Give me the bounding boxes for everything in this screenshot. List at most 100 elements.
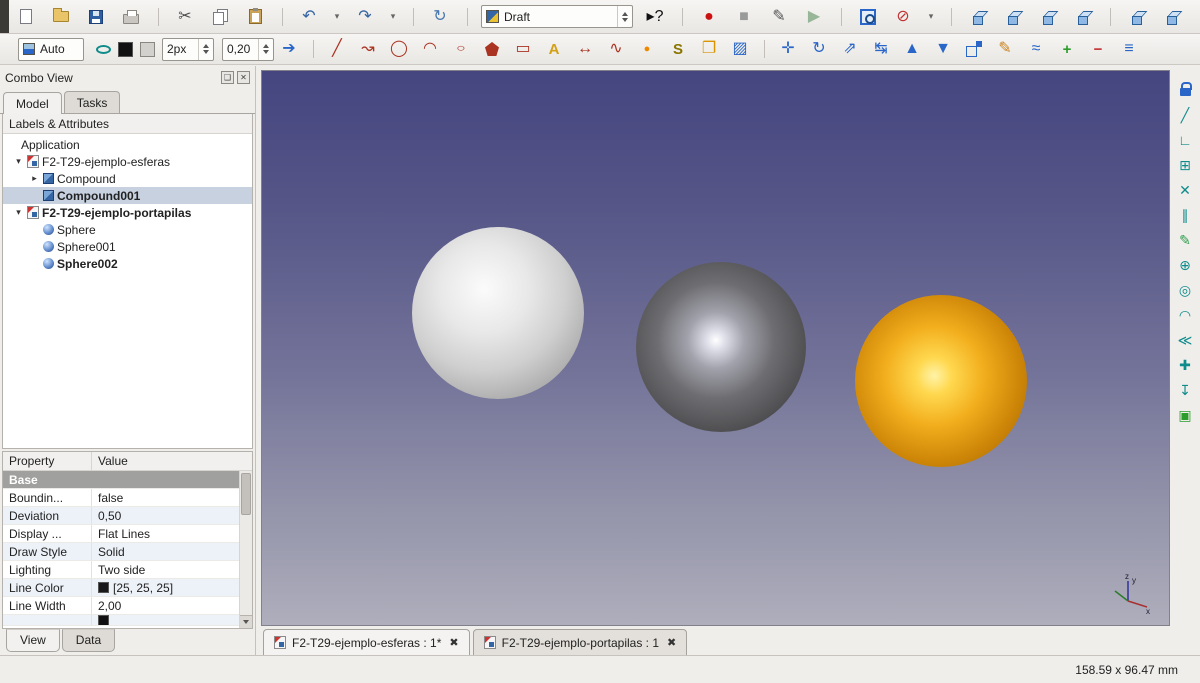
view-axonometric-button[interactable]	[966, 5, 990, 29]
tab-model[interactable]: Model	[3, 92, 62, 114]
dock-float-button[interactable]: ❑	[221, 71, 234, 84]
macro-play-button[interactable]: ▶	[802, 5, 826, 29]
snap-near[interactable]: ≪	[1173, 328, 1197, 351]
draft-hatch-tool[interactable]: ▨	[729, 38, 751, 60]
spin-up-icon[interactable]	[203, 44, 209, 48]
spin-up-icon[interactable]	[263, 44, 269, 48]
spin-up-icon[interactable]	[622, 12, 628, 16]
tab-view[interactable]: View	[6, 629, 60, 652]
draft-trimex-tool[interactable]: ↹	[870, 38, 892, 60]
view-front-button[interactable]	[1001, 5, 1025, 29]
draft-ellipse-tool[interactable]: ○	[450, 38, 472, 60]
snap-extension[interactable]: ◠	[1173, 303, 1197, 326]
macro-record-button[interactable]: ●	[697, 5, 721, 29]
property-row-base[interactable]: Base	[3, 471, 239, 489]
snap-midpoint[interactable]: ✚	[1173, 353, 1197, 376]
new-document-button[interactable]	[14, 5, 38, 29]
draft-line-tool[interactable]: ╱	[326, 38, 348, 60]
expand-arrow-icon[interactable]: ▸	[29, 173, 40, 184]
property-row-display-mode[interactable]: Display ... Flat Lines	[3, 525, 239, 543]
box-zoom-button[interactable]	[856, 5, 880, 29]
tree-item-sphere002[interactable]: Sphere002	[3, 255, 252, 272]
construction-mode-toggle[interactable]	[92, 38, 114, 60]
tab-data[interactable]: Data	[62, 629, 115, 652]
property-row-line-width[interactable]: Line Width 2,00	[3, 597, 239, 615]
draft-upgrade-tool[interactable]: ▲	[901, 38, 923, 60]
property-row-bounding-box[interactable]: Boundin... false	[3, 489, 239, 507]
property-scrollbar[interactable]	[239, 471, 252, 628]
spin-down-icon[interactable]	[263, 50, 269, 54]
draft-point-tool[interactable]: ●	[636, 38, 658, 60]
property-row-draw-style[interactable]: Draw Style Solid	[3, 543, 239, 561]
draft-layers-tool[interactable]: ≡	[1118, 38, 1140, 60]
macro-edit-button[interactable]: ✎	[767, 5, 791, 29]
scrollbar-thumb[interactable]	[241, 473, 251, 515]
clipping-dropdown[interactable]: ▾	[926, 5, 936, 29]
tree-item-sphere001[interactable]: Sphere001	[3, 238, 252, 255]
snap-grid[interactable]: ⊞	[1173, 153, 1197, 176]
refresh-button[interactable]: ↻	[428, 5, 452, 29]
snap-lock-toggle[interactable]	[1173, 78, 1197, 101]
draft-add-point-tool[interactable]: +	[1056, 38, 1078, 60]
close-tab-icon[interactable]: ✖	[667, 636, 676, 649]
view-top-button[interactable]	[1036, 5, 1060, 29]
property-row-line-color[interactable]: Line Color [25, 25, 25]	[3, 579, 239, 597]
draft-scale-tool[interactable]	[963, 38, 985, 60]
redo-dropdown[interactable]: ▾	[388, 5, 398, 29]
undo-dropdown[interactable]: ▾	[332, 5, 342, 29]
undo-button[interactable]: ↶	[297, 5, 321, 29]
snap-working-plane[interactable]: ↧	[1173, 378, 1197, 401]
draft-wire-to-bspline-tool[interactable]: ≈	[1025, 38, 1047, 60]
draft-circle-tool[interactable]: ◯	[388, 38, 410, 60]
draft-arc-tool[interactable]: ◠	[419, 38, 441, 60]
face-color-swatch[interactable]	[136, 38, 158, 60]
tree-item-f2-t29-ejemplo-portapilas[interactable]: ▾ F2-T29-ejemplo-portapilas	[3, 204, 252, 221]
line-color-swatch[interactable]	[114, 38, 136, 60]
draft-polygon-tool[interactable]	[481, 38, 503, 60]
draft-rectangle-tool[interactable]: ▭	[512, 38, 534, 60]
apply-style-button[interactable]: ➔	[278, 38, 300, 60]
close-tab-icon[interactable]: ✖	[449, 636, 458, 649]
view-bottom-button[interactable]	[1160, 5, 1184, 29]
draft-shapestring-tool[interactable]: S	[667, 38, 689, 60]
save-document-button[interactable]	[84, 5, 108, 29]
macro-stop-button[interactable]: ■	[732, 5, 756, 29]
snap-special[interactable]: ✎	[1173, 228, 1197, 251]
copy-button[interactable]	[208, 5, 232, 29]
draft-facebinder-tool[interactable]: ❐	[698, 38, 720, 60]
workbench-spinner[interactable]	[617, 6, 628, 27]
tree-item-sphere[interactable]: Sphere	[3, 221, 252, 238]
expand-arrow-icon[interactable]: ▾	[13, 156, 24, 167]
scrollbar-down-button[interactable]	[240, 615, 252, 628]
expand-arrow-icon[interactable]: ▾	[13, 207, 24, 218]
spin-down-icon[interactable]	[203, 50, 209, 54]
property-row-partial[interactable]	[3, 615, 239, 626]
draft-wire-tool[interactable]: ↝	[357, 38, 379, 60]
tree-item-f2-t29-ejemplo-esferas[interactable]: ▾ F2-T29-ejemplo-esferas	[3, 153, 252, 170]
line-width-spinner[interactable]	[198, 39, 209, 60]
print-button[interactable]	[119, 5, 143, 29]
whats-this-button[interactable]: ▸?	[643, 5, 667, 29]
draft-dimension-tool[interactable]: ↔	[574, 38, 596, 60]
tree-item-compound001[interactable]: Compound001	[3, 187, 252, 204]
property-row-deviation[interactable]: Deviation 0,50	[3, 507, 239, 525]
3d-viewport[interactable]: z y x	[261, 70, 1170, 626]
spin-down-icon[interactable]	[622, 18, 628, 22]
snap-endpoint[interactable]: ╱	[1173, 103, 1197, 126]
draft-rotate-tool[interactable]: ↻	[808, 38, 830, 60]
workbench-selector[interactable]: Draft	[481, 5, 633, 28]
scale-spinner[interactable]	[258, 39, 269, 60]
tab-tasks[interactable]: Tasks	[64, 91, 121, 113]
draft-remove-point-tool[interactable]: −	[1087, 38, 1109, 60]
snap-dimensions[interactable]: ▣	[1173, 403, 1197, 426]
working-plane-auto-button[interactable]: Auto	[18, 38, 84, 61]
property-row-lighting[interactable]: Lighting Two side	[3, 561, 239, 579]
line-width-select[interactable]: 2px	[162, 38, 214, 61]
snap-intersection[interactable]: ✕	[1173, 178, 1197, 201]
draft-edit-tool[interactable]: ✎	[994, 38, 1016, 60]
draft-move-tool[interactable]: ✛	[777, 38, 799, 60]
tree-item-compound[interactable]: ▸ Compound	[3, 170, 252, 187]
sphere-dark-gray[interactable]	[636, 262, 806, 432]
document-tab-esferas[interactable]: F2-T29-ejemplo-esferas : 1* ✖	[263, 629, 470, 655]
dock-close-button[interactable]: ✕	[237, 71, 250, 84]
